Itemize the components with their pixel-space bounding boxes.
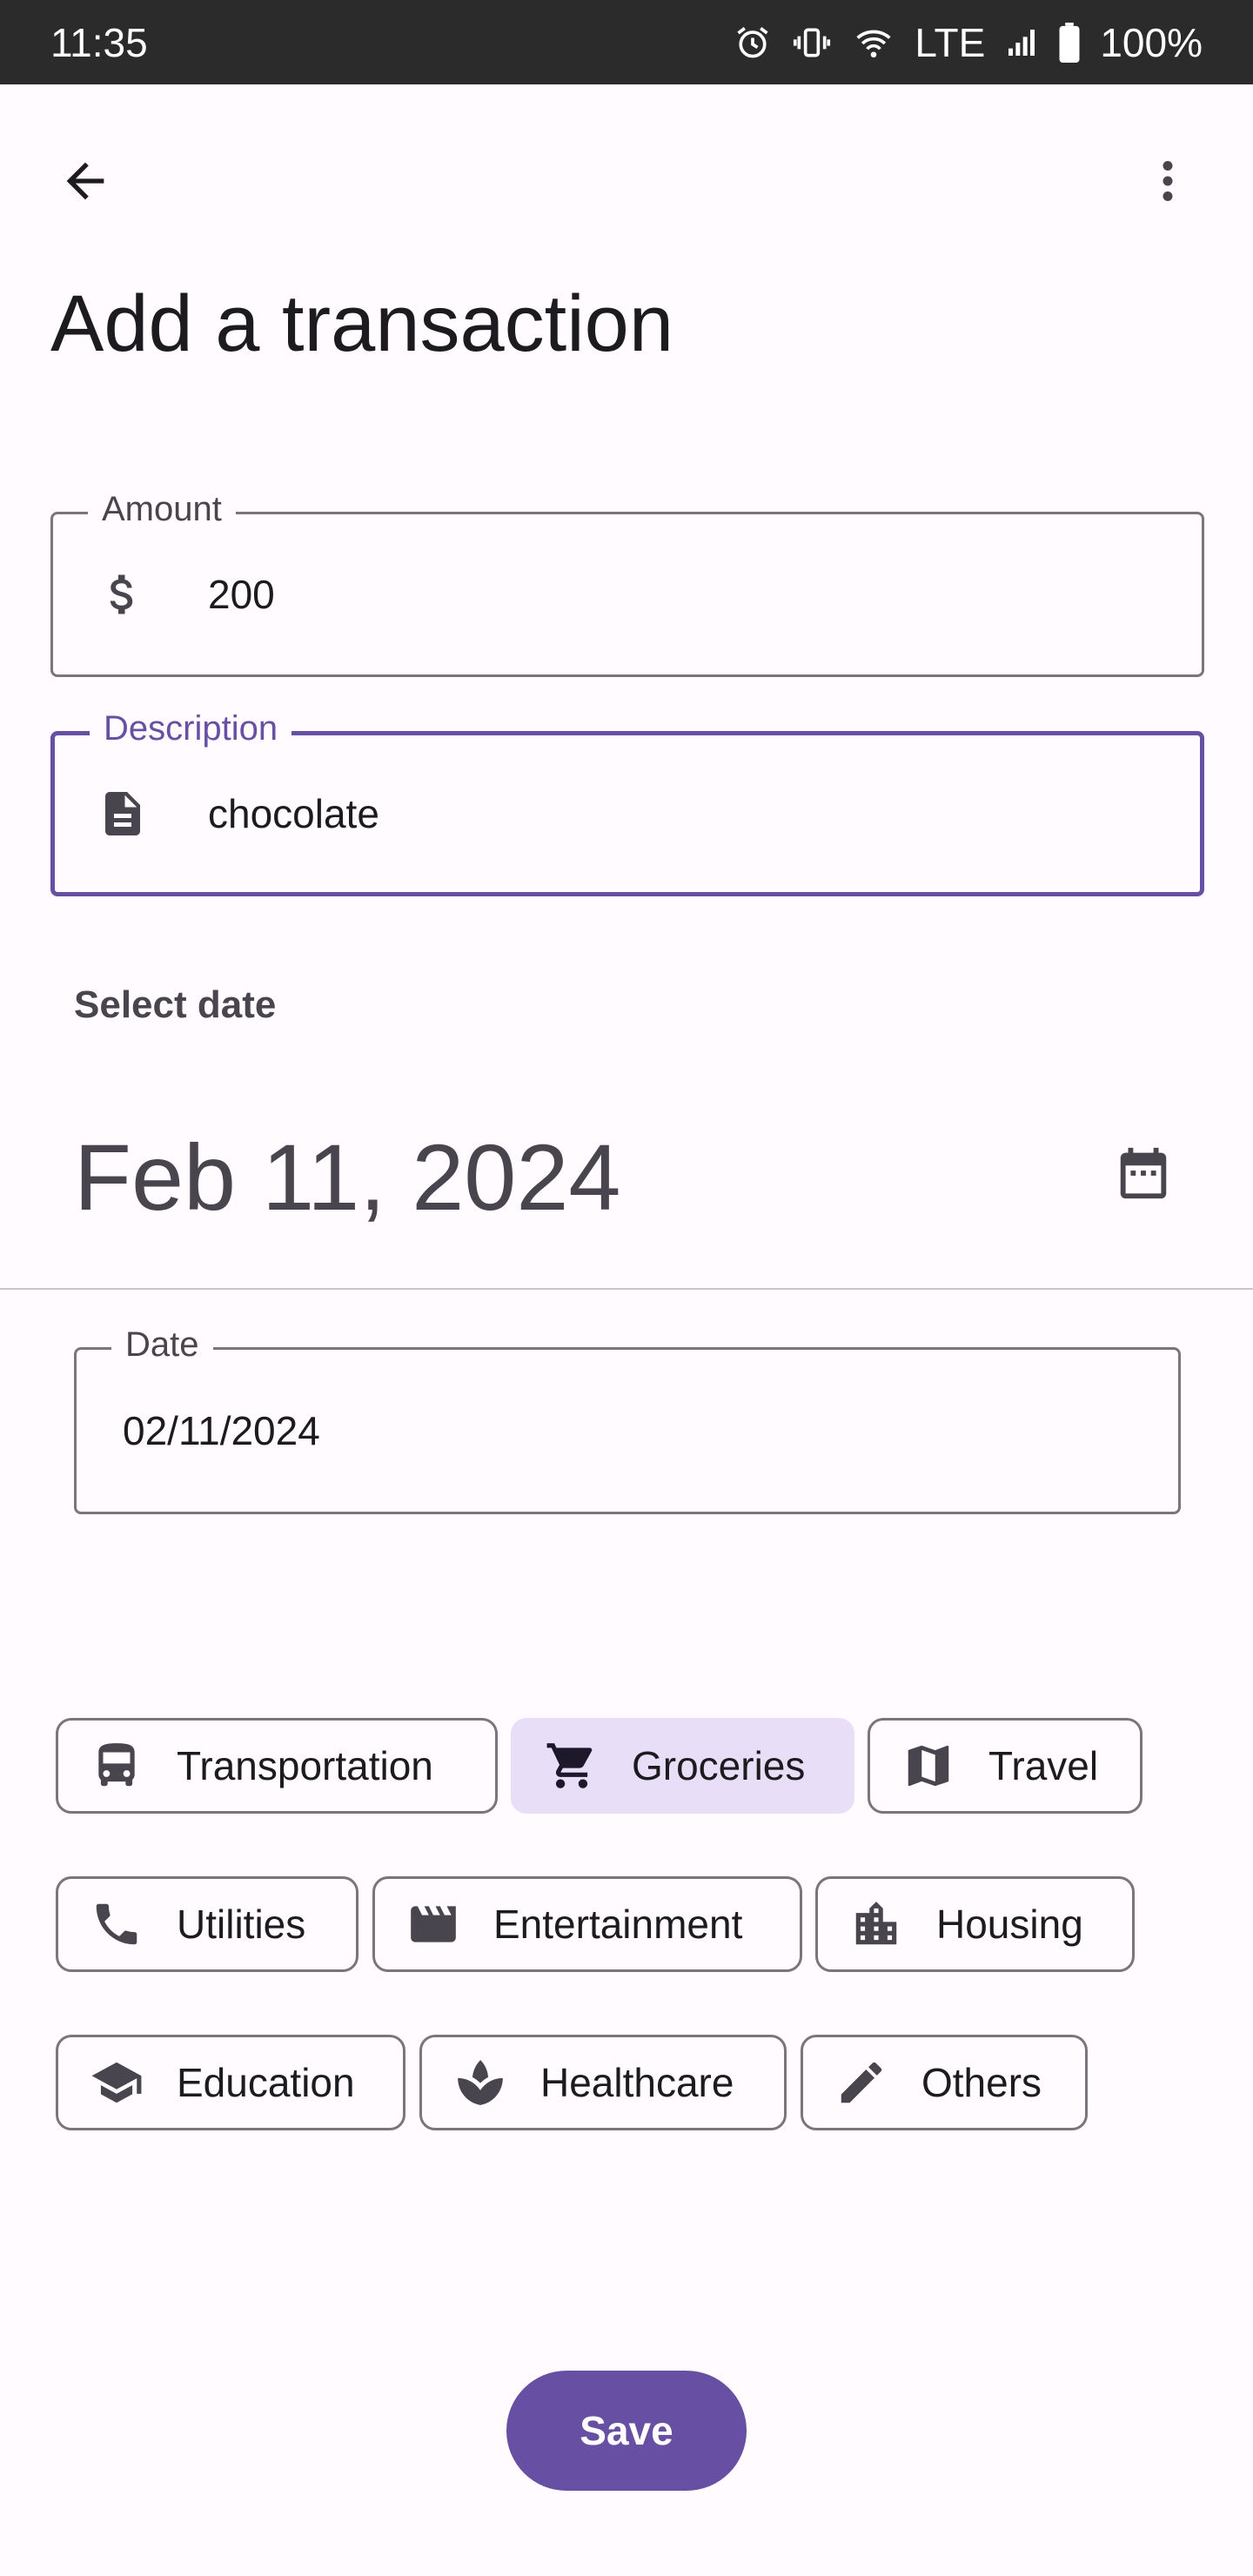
graduation-cap-icon [88,2054,145,2111]
pencil-icon [833,2054,890,2111]
chip-travel[interactable]: Travel [868,1718,1142,1814]
date-input[interactable]: 02/11/2024 [123,1350,320,1512]
chip-label: Housing [936,1902,1083,1947]
selected-date-headline: Feb 11, 2024 [74,1124,621,1230]
chip-label: Utilities [177,1902,306,1947]
cart-icon [543,1737,600,1794]
chip-label: Entertainment [493,1902,743,1947]
chip-healthcare[interactable]: Healthcare [419,2035,787,2130]
chip-label: Travel [988,1743,1099,1788]
amount-field[interactable]: Amount 200 [50,490,1204,677]
more-vert-icon [1142,155,1194,211]
clapperboard-icon [405,1895,462,1953]
arrow-back-icon [57,153,113,213]
calendar-icon [1113,1143,1174,1208]
chip-others[interactable]: Others [801,2035,1088,2130]
dollar-icon [97,514,149,674]
back-button[interactable] [42,139,129,226]
building-icon [848,1895,905,1953]
chip-groceries[interactable]: Groceries [511,1718,854,1814]
status-icons: LTE 100% [734,19,1203,66]
amount-input[interactable]: 200 [208,514,275,674]
chip-education[interactable]: Education [56,2035,405,2130]
status-time: 11:35 [50,19,148,65]
top-app-bar [0,139,1253,226]
battery-icon [1058,22,1081,63]
description-field[interactable]: Description chocolate [50,709,1204,896]
battery-percent: 100% [1100,19,1203,65]
wifi-icon [852,23,895,62]
network-type: LTE [915,19,986,65]
select-date-heading: Select date [74,983,277,1026]
document-icon [97,735,149,892]
spa-icon [452,2054,509,2111]
phone-icon [88,1895,145,1953]
map-icon [900,1737,957,1794]
chip-entertainment[interactable]: Entertainment [372,1876,802,1972]
calendar-toggle-button[interactable] [1100,1131,1187,1218]
chip-label: Healthcare [540,2060,734,2105]
chip-transportation[interactable]: Transportation [56,1718,498,1814]
signal-icon [1004,23,1039,62]
date-field[interactable]: Date 02/11/2024 [74,1325,1181,1514]
page-title: Add a transaction [50,279,674,368]
chip-label: Education [177,2060,355,2105]
chip-housing[interactable]: Housing [815,1876,1135,1972]
chip-label: Groceries [632,1743,806,1788]
chip-label: Others [921,2060,1042,2105]
bus-icon [88,1737,145,1794]
chip-label: Transportation [177,1743,433,1788]
save-button[interactable]: Save [506,2371,747,2491]
status-bar: 11:35 LTE 100% [0,0,1253,84]
alarm-icon [734,23,772,62]
chip-utilities[interactable]: Utilities [56,1876,358,1972]
vibrate-icon [791,23,833,62]
divider [0,1288,1253,1290]
more-options-button[interactable] [1124,139,1211,226]
description-input[interactable]: chocolate [208,735,379,892]
